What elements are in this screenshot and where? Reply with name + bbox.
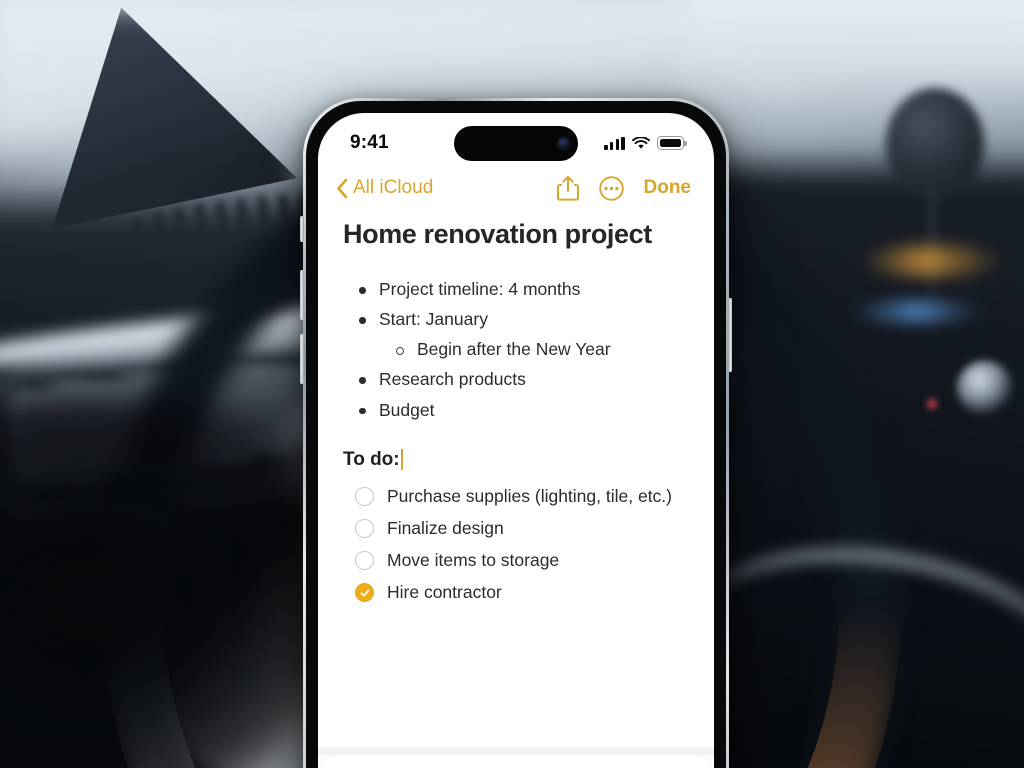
format-sheet: Format Title Heading Subheading Body	[318, 747, 714, 768]
volume-down-button[interactable]	[300, 334, 304, 384]
list-item[interactable]: Purchase supplies (lighting, tile, etc.)	[343, 481, 689, 513]
list-item[interactable]: Move items to storage	[343, 545, 689, 577]
dashboard-mount-puck	[885, 88, 985, 200]
checklist-item-label: Hire contractor	[387, 582, 502, 603]
status-bar: 9:41	[318, 113, 714, 167]
dynamic-island[interactable]	[454, 126, 578, 161]
checkbox-unchecked-icon[interactable]	[355, 487, 374, 507]
done-button[interactable]: Done	[644, 177, 692, 199]
todo-heading-label: To do:	[343, 448, 400, 470]
share-button[interactable]	[556, 175, 579, 201]
note-title: Home renovation project	[343, 219, 652, 249]
battery-full-icon	[657, 136, 687, 150]
share-icon	[556, 176, 579, 201]
front-camera-icon	[558, 138, 569, 149]
note-content[interactable]: Home renovation project Project timeline…	[318, 209, 714, 609]
silent-switch[interactable]	[300, 216, 304, 242]
status-indicators	[604, 136, 687, 150]
checkbox-unchecked-icon[interactable]	[355, 551, 374, 571]
back-to-all-icloud-button[interactable]: All iCloud	[336, 177, 433, 199]
list-item[interactable]: Finalize design	[343, 513, 689, 545]
checklist-item-label: Move items to storage	[387, 550, 560, 571]
note-checklist: Purchase supplies (lighting, tile, etc.)…	[343, 481, 689, 609]
console-knob	[957, 360, 1013, 415]
sheet-separator	[318, 747, 714, 755]
list-item[interactable]: Project timeline: 4 months	[343, 276, 689, 303]
checklist-item-label: Purchase supplies (lighting, tile, etc.)	[387, 486, 672, 507]
status-time: 9:41	[350, 132, 389, 153]
wifi-icon	[632, 136, 650, 149]
power-button[interactable]	[728, 298, 732, 372]
list-item[interactable]: Start: January	[343, 306, 689, 333]
checkbox-unchecked-icon[interactable]	[355, 519, 374, 539]
checklist-item-label: Finalize design	[387, 518, 504, 539]
note-nav-bar: All iCloud Done	[318, 167, 714, 209]
checkbox-checked-icon[interactable]	[355, 583, 374, 603]
checkmark-icon	[360, 589, 369, 597]
blue-console-glow	[849, 299, 984, 323]
list-item[interactable]: Research products	[343, 366, 689, 393]
list-item[interactable]: Budget	[343, 397, 689, 424]
iphone-device: 9:41 All iCloud Done Home renovation pro…	[300, 98, 732, 768]
cellular-bars-icon	[604, 136, 625, 150]
note-bullet-list: Project timeline: 4 months Start: Januar…	[343, 276, 689, 424]
screenshot-scene: 9:41 All iCloud Done Home renovation pro…	[0, 0, 1024, 768]
list-item[interactable]: Begin after the New Year	[343, 336, 689, 363]
chevron-left-icon	[337, 178, 348, 198]
back-button-label: All iCloud	[353, 177, 434, 198]
more-circle-icon	[598, 175, 624, 201]
phone-bezel: 9:41 All iCloud Done Home renovation pro…	[306, 101, 726, 768]
phone-screen: 9:41 All iCloud Done Home renovation pro…	[318, 113, 714, 768]
amber-display-glow	[860, 245, 1004, 277]
list-item[interactable]: Hire contractor	[343, 577, 689, 609]
volume-up-button[interactable]	[300, 270, 304, 320]
more-options-button[interactable]	[598, 175, 624, 201]
text-cursor	[400, 449, 404, 471]
todo-heading[interactable]: To do:	[343, 448, 404, 471]
